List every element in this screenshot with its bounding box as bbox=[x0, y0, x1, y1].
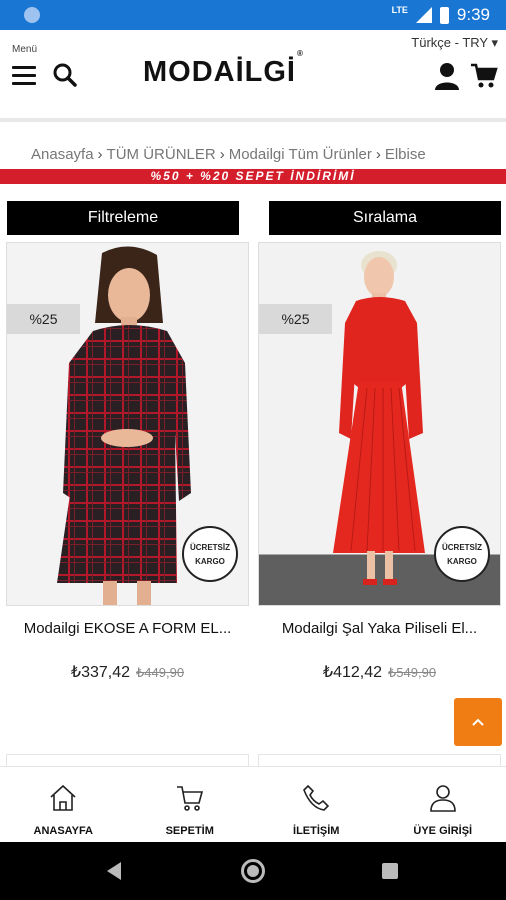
search-icon[interactable] bbox=[52, 62, 78, 88]
breadcrumb: Anasayfa › TÜM ÜRÜNLER › Modailgi Tüm Ürünle… bbox=[31, 146, 426, 163]
sort-button[interactable]: Sıralama bbox=[269, 201, 501, 235]
discount-badge: %25 bbox=[259, 304, 332, 334]
recents-icon[interactable] bbox=[382, 863, 398, 879]
status-time: 9:39 bbox=[456, 5, 490, 24]
scroll-top-button[interactable] bbox=[454, 698, 502, 746]
network-type: LTE bbox=[391, 5, 408, 15]
user-icon bbox=[429, 785, 456, 812]
system-nav-bar bbox=[0, 842, 506, 900]
current-price: ₺412,42 bbox=[322, 664, 383, 681]
notification-icon bbox=[24, 7, 40, 23]
home-icon bbox=[50, 784, 76, 811]
nav-contact[interactable]: İLETİŞİM bbox=[253, 767, 380, 842]
phone-icon bbox=[303, 784, 330, 811]
filter-button[interactable]: Filtreleme bbox=[7, 201, 239, 235]
breadcrumb-brand-products[interactable]: Modailgi Tüm Ürünler bbox=[229, 146, 372, 163]
product-name[interactable]: Modailgi Şal Yaka Piliseli El... bbox=[258, 620, 501, 637]
product-name[interactable]: Modailgi EKOSE A FORM EL... bbox=[6, 620, 249, 637]
nav-contact-label: İLETİŞİM bbox=[293, 825, 340, 837]
bottom-nav: ANASAYFA SEPETİM İLETİŞİM ÜYE GİRİŞİ bbox=[0, 766, 506, 842]
nav-login[interactable]: ÜYE GİRİŞİ bbox=[380, 767, 506, 842]
battery-icon bbox=[439, 6, 449, 24]
signal-icon bbox=[415, 7, 432, 23]
menu-label: Menü bbox=[12, 44, 38, 55]
product-price-row: ₺412,42 ₺549,90 bbox=[258, 662, 501, 682]
discount-badge: %25 bbox=[7, 304, 80, 334]
free-shipping-badge: ÜCRETSİZ KARGO bbox=[182, 526, 238, 582]
product-image[interactable]: %25 ÜCRETSİZ KARGO bbox=[258, 242, 501, 606]
menu-icon[interactable] bbox=[12, 66, 36, 85]
breadcrumb-current: Elbise bbox=[384, 146, 426, 163]
nav-cart[interactable]: SEPETİM bbox=[127, 767, 254, 842]
home-button-icon[interactable] bbox=[241, 859, 265, 883]
language-currency-select[interactable]: Türkçe - TRY ▾ bbox=[411, 35, 498, 51]
product-card[interactable]: %25 ÜCRETSİZ KARGO Modailgi Şal Yaka Pili… bbox=[258, 242, 501, 682]
nav-home[interactable]: ANASAYFA bbox=[0, 767, 127, 842]
current-price: ₺337,42 bbox=[70, 664, 131, 681]
brand-logo[interactable]: MODAİLGİ® bbox=[143, 49, 304, 89]
nav-cart-label: SEPETİM bbox=[165, 825, 214, 837]
old-price: ₺549,90 bbox=[388, 665, 437, 680]
product-card[interactable]: %25 ÜCRETSİZ KARGO Modailgi EKOSE A FORM … bbox=[6, 242, 249, 682]
chevron-up-icon bbox=[472, 718, 484, 726]
back-icon[interactable] bbox=[107, 862, 121, 880]
free-shipping-badge: ÜCRETSİZ KARGO bbox=[434, 526, 490, 582]
promo-banner[interactable]: %50 + %20 SEPET İNDİRİMİ bbox=[0, 169, 506, 184]
breadcrumb-home[interactable]: Anasayfa bbox=[31, 146, 94, 163]
app-header: Menü MODAİLGİ® Türkçe - TRY ▾ bbox=[0, 30, 506, 122]
old-price: ₺449,90 bbox=[136, 665, 185, 680]
nav-login-label: ÜYE GİRİŞİ bbox=[413, 825, 473, 837]
status-bar: LTE 9:39 bbox=[0, 0, 506, 30]
product-price-row: ₺337,42 ₺449,90 bbox=[6, 662, 249, 682]
account-icon[interactable] bbox=[434, 62, 460, 90]
cart-icon[interactable] bbox=[470, 63, 498, 89]
nav-home-label: ANASAYFA bbox=[33, 825, 94, 837]
cart-icon bbox=[176, 786, 203, 811]
breadcrumb-all-products[interactable]: TÜM ÜRÜNLER bbox=[107, 146, 216, 163]
product-image[interactable]: %25 ÜCRETSİZ KARGO bbox=[6, 242, 249, 606]
